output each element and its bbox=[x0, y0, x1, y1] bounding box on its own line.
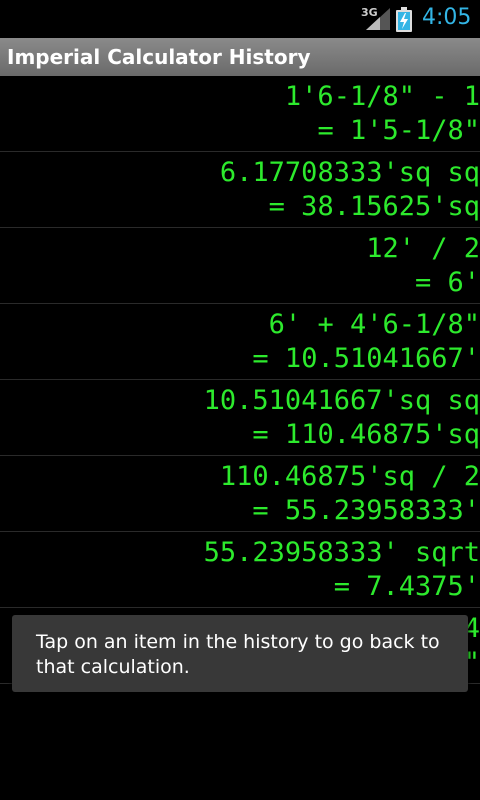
battery-charging-icon bbox=[396, 7, 412, 32]
history-expression: 1'6-1/8" - 1 bbox=[284, 81, 480, 112]
page-title: Imperial Calculator History bbox=[7, 45, 311, 69]
history-result: = 1'5-1/8" bbox=[317, 115, 480, 146]
history-item[interactable]: 110.46875'sq / 2 = 55.23958333' bbox=[0, 456, 480, 532]
history-item[interactable]: 6' + 4'6-1/8" = 10.51041667' bbox=[0, 304, 480, 380]
signal-icon bbox=[366, 8, 390, 30]
status-bar: 3G 4:05 bbox=[0, 0, 480, 38]
history-result: = 7.4375' bbox=[333, 571, 480, 602]
history-result: = 38.15625'sq bbox=[268, 191, 480, 222]
history-item[interactable]: 1'6-1/8" - 1 = 1'5-1/8" bbox=[0, 76, 480, 152]
history-item[interactable]: 10.51041667'sq sq = 110.46875'sq bbox=[0, 380, 480, 456]
history-result: = 10.51041667' bbox=[252, 343, 480, 374]
history-item[interactable]: 6.17708333'sq sq = 38.15625'sq bbox=[0, 152, 480, 228]
history-expression: 6.17708333'sq sq bbox=[219, 157, 480, 188]
history-result: = 55.23958333' bbox=[252, 495, 480, 526]
history-expression: 6' + 4'6-1/8" bbox=[268, 309, 480, 340]
clock: 4:05 bbox=[422, 5, 472, 30]
history-expression: 12' / 2 bbox=[366, 233, 480, 264]
toast-message: Tap on an item in the history to go back… bbox=[36, 631, 440, 678]
title-bar: Imperial Calculator History bbox=[0, 38, 480, 76]
history-item[interactable]: 12' / 2 = 6' bbox=[0, 228, 480, 304]
hint-toast: Tap on an item in the history to go back… bbox=[12, 615, 468, 692]
history-result: = 6' bbox=[414, 267, 480, 298]
history-item[interactable]: 55.23958333' sqrt = 7.4375' bbox=[0, 532, 480, 608]
history-expression: 55.23958333' sqrt bbox=[203, 537, 480, 568]
history-expression: 110.46875'sq / 2 bbox=[219, 461, 480, 492]
history-expression: 10.51041667'sq sq bbox=[203, 385, 480, 416]
history-result: = 110.46875'sq bbox=[252, 419, 480, 450]
